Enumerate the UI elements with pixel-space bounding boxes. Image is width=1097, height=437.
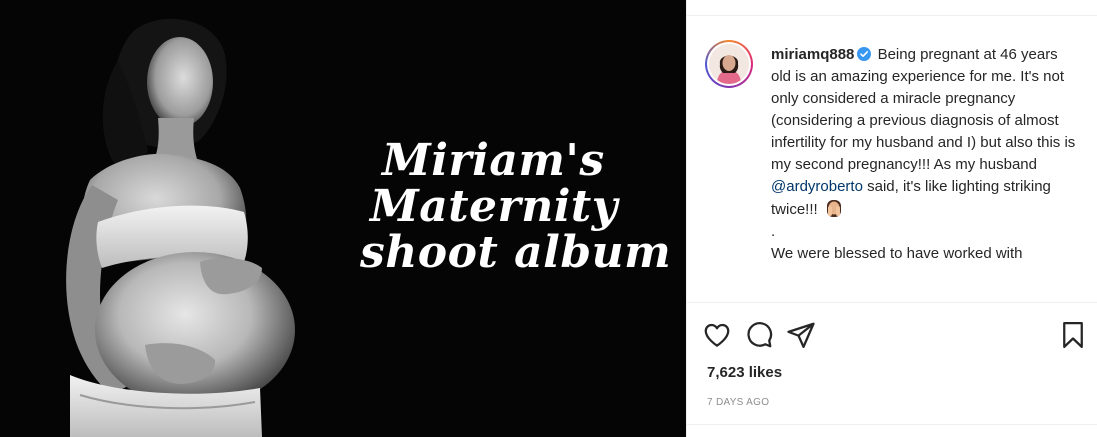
caption-continuation: We were blessed to have worked with [771, 245, 1023, 262]
like-count[interactable]: 7,623 likes [707, 364, 782, 381]
header-divider [687, 0, 1097, 16]
avatar-story-ring[interactable] [705, 40, 753, 88]
actions-divider [687, 302, 1097, 303]
album-title-text: Miriam's Maternity shoot album [352, 135, 672, 278]
heart-icon [704, 323, 730, 347]
paper-plane-icon [787, 322, 815, 348]
post-media[interactable]: Miriam's Maternity shoot album [0, 0, 686, 437]
username-link[interactable]: miriamq888 [771, 46, 854, 63]
instagram-post: Miriam's Maternity shoot album miriamq88… [0, 0, 1097, 437]
album-title-line-2: Maternity [370, 181, 618, 232]
avatar [709, 44, 749, 84]
bookmark-icon [1063, 322, 1083, 348]
post-timestamp[interactable]: 7 DAYS AGO [707, 397, 769, 408]
caption-dot-line: . [771, 223, 776, 240]
mention-link[interactable]: @ardyroberto [771, 178, 863, 195]
album-title-line-3: shoot album [360, 227, 672, 278]
comment-button[interactable] [743, 319, 775, 351]
hands-over-face-emoji-icon [826, 200, 841, 217]
save-button[interactable] [1057, 319, 1089, 351]
like-button[interactable] [701, 319, 733, 351]
post-caption: miriamq888 Being pregnant at 46 years ol… [771, 44, 1076, 265]
share-button[interactable] [785, 319, 817, 351]
action-bar [687, 315, 1097, 355]
caption-text-1: Being pregnant at 46 years old is an ama… [771, 46, 1076, 173]
comment-icon [747, 322, 773, 348]
footer-divider [687, 424, 1097, 425]
caption-scroll-area[interactable]: miriamq888 Being pregnant at 46 years ol… [687, 30, 1097, 302]
verified-badge-icon [857, 47, 872, 61]
post-sidebar: miriamq888 Being pregnant at 46 years ol… [686, 0, 1097, 437]
album-title-line-1: Miriam's [382, 135, 605, 186]
